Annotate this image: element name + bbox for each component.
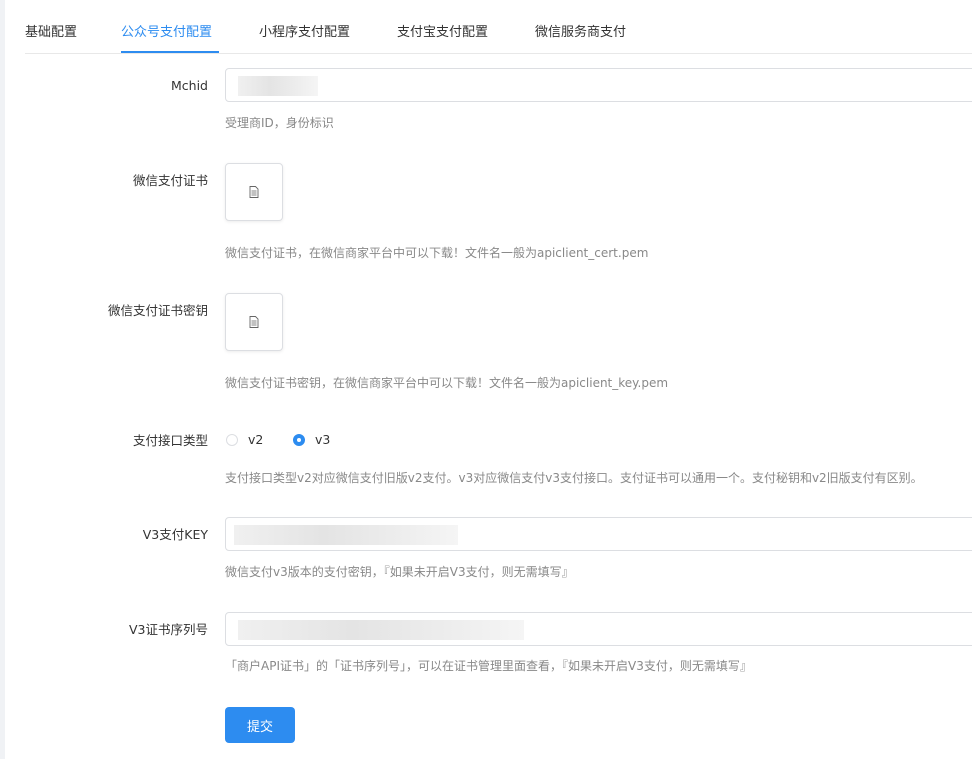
tab-mini-program-payment[interactable]: 小程序支付配置 (259, 24, 350, 42)
cert-key-label: 微信支付证书密钥 (107, 303, 208, 318)
radio-v3-label: v3 (315, 432, 331, 447)
api-type-label: 支付接口类型 (132, 433, 208, 448)
v3-serial-label: V3证书序列号 (128, 622, 208, 637)
api-type-help: 支付接口类型v2对应微信支付旧版v2支付。v3对应微信支付v3支付接口。支付证书… (225, 471, 923, 485)
tab-bar: 基础配置 公众号支付配置 小程序支付配置 支付宝支付配置 微信服务商支付 (25, 0, 972, 54)
mchid-input[interactable] (225, 68, 972, 102)
tab-official-account-payment[interactable]: 公众号支付配置 (121, 24, 212, 42)
active-tab-indicator (121, 51, 219, 53)
cert-upload[interactable] (225, 163, 283, 221)
mchid-label: Mchid (171, 78, 208, 93)
v3-serial-redacted-value (238, 620, 524, 640)
cert-key-help: 微信支付证书密钥，在微信商家平台中可以下载！文件名一般为apiclient_ke… (225, 376, 669, 390)
radio-v2-label: v2 (248, 432, 264, 447)
radio-v2-circle[interactable] (226, 433, 238, 446)
cert-label: 微信支付证书 (132, 173, 208, 188)
submit-button[interactable]: 提交 (225, 707, 295, 743)
radio-v3[interactable]: v3 (293, 432, 330, 447)
radio-v2[interactable]: v2 (226, 432, 263, 447)
v3-key-help: 微信支付v3版本的支付密钥，『如果未开启V3支付，则无需填写』 (225, 565, 574, 579)
page: 基础配置 公众号支付配置 小程序支付配置 支付宝支付配置 微信服务商支付 Mch… (0, 0, 972, 759)
tab-basic-config[interactable]: 基础配置 (25, 24, 77, 42)
tab-wechat-service-provider-payment[interactable]: 微信服务商支付 (535, 24, 626, 42)
file-icon (249, 316, 259, 328)
file-icon (249, 186, 259, 198)
v3-serial-help: 「商户API证书」的「证书序列号」，可以在证书管理里面查看，『如果未开启V3支付… (225, 659, 752, 673)
mchid-help: 受理商ID，身份标识 (225, 116, 334, 130)
cert-key-upload[interactable] (225, 293, 283, 351)
radio-v3-circle[interactable] (293, 433, 305, 446)
v3-key-redacted-value (234, 525, 458, 545)
v3-key-input[interactable] (225, 517, 972, 551)
v3-key-label: V3支付KEY (142, 527, 208, 542)
mchid-redacted-value (238, 76, 318, 96)
cert-help: 微信支付证书，在微信商家平台中可以下载！文件名一般为apiclient_cert… (225, 246, 649, 260)
tab-alipay-payment[interactable]: 支付宝支付配置 (397, 24, 488, 42)
v3-serial-input[interactable] (225, 612, 972, 646)
